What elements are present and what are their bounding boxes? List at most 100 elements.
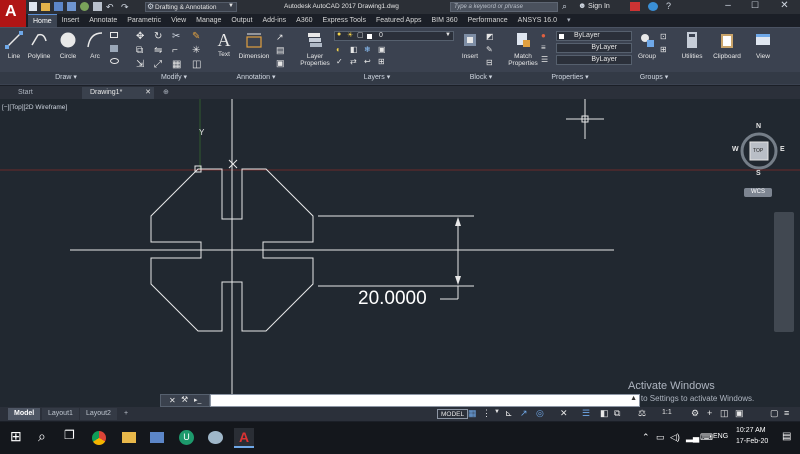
linetype-dropdown[interactable]: ByLayer	[556, 43, 632, 53]
line-button[interactable]: Line	[3, 31, 25, 60]
command-prompt-icon[interactable]: ▸_	[194, 396, 201, 404]
erase-icon[interactable]: ✎	[192, 31, 200, 42]
tab-output[interactable]: Output	[226, 14, 257, 27]
panel-groups[interactable]: Groups ▾	[634, 72, 674, 84]
control-panel-icon[interactable]	[150, 432, 164, 443]
app-u-icon[interactable]: U	[179, 430, 194, 445]
ribbon-toggle[interactable]: ▾	[562, 14, 576, 27]
menu-icon[interactable]: ≡	[784, 408, 789, 418]
exchange-icon[interactable]	[630, 2, 640, 11]
search-icon[interactable]: ⌕	[562, 1, 567, 12]
web-save-icon[interactable]	[80, 2, 89, 11]
people-icon[interactable]: ⌃	[642, 432, 650, 443]
a360-icon[interactable]	[648, 2, 658, 11]
ellipse-icon[interactable]	[110, 58, 119, 64]
match-properties-button[interactable]: Match Properties	[506, 31, 540, 67]
ortho-icon[interactable]: ⊾	[505, 408, 513, 419]
hardware-acceleration-icon[interactable]: ▣	[735, 408, 744, 419]
create-block-icon[interactable]: ◩	[486, 32, 494, 41]
panel-annotation[interactable]: Annotation ▾	[214, 72, 298, 84]
close-button[interactable]: ✕	[769, 0, 800, 14]
table-icon[interactable]: ▤	[276, 45, 285, 56]
transparency-icon[interactable]: ◧	[600, 408, 609, 419]
group-button[interactable]: Group	[636, 31, 658, 60]
redo-icon[interactable]: ↷	[121, 2, 129, 13]
offset-icon[interactable]: ◫	[192, 59, 201, 70]
snap-icon[interactable]: ⋮	[482, 408, 491, 419]
tab-bim-360[interactable]: BIM 360	[427, 14, 463, 27]
tab-home[interactable]: Home	[28, 14, 57, 27]
task-view-icon[interactable]: ❐	[64, 428, 84, 448]
plot-icon[interactable]	[93, 2, 102, 11]
new-tab-button[interactable]: ⊕	[160, 87, 176, 99]
tab-insert[interactable]: Insert	[57, 14, 85, 27]
viewcube-top-label[interactable]: TOP	[753, 148, 763, 154]
tab-add-ins[interactable]: Add-ins	[257, 14, 291, 27]
markup-icon[interactable]: ▣	[276, 58, 285, 69]
layer-isolate-icon[interactable]: ◧	[350, 45, 358, 54]
arc-button[interactable]: Arc	[84, 31, 106, 60]
tab-a360[interactable]: A360	[291, 14, 317, 27]
clean-screen-icon[interactable]: ▢	[770, 408, 779, 419]
selection-cycle-icon[interactable]: ⧉	[614, 408, 620, 419]
layer-off-icon[interactable]: ◐	[336, 45, 341, 54]
dimension-text[interactable]: 20.0000	[358, 288, 427, 310]
trim-icon[interactable]: ✂	[172, 31, 180, 42]
circle-button[interactable]: Circle	[56, 31, 80, 60]
tab-view[interactable]: View	[166, 14, 191, 27]
color-dropdown[interactable]: ByLayer	[556, 31, 632, 41]
layout-tab-model[interactable]: Model	[8, 408, 41, 420]
save-as-icon[interactable]	[67, 2, 76, 11]
tab-express-tools[interactable]: Express Tools	[318, 14, 371, 27]
scale-icon[interactable]: ⤢	[154, 59, 162, 70]
isolate-icon[interactable]: ◫	[720, 408, 729, 419]
undo-icon[interactable]: ↶	[106, 2, 114, 13]
close-icon[interactable]: ✕	[145, 87, 151, 99]
annotation-scale[interactable]: 1:1	[662, 409, 672, 416]
clock-time[interactable]: 10:27 AM	[736, 427, 766, 434]
panel-layers[interactable]: Layers ▾	[298, 72, 456, 84]
command-line-input[interactable]: ▲	[210, 394, 640, 407]
layer-properties-button[interactable]: Layer Properties	[298, 31, 332, 67]
panel-modify[interactable]: Modify ▾	[134, 72, 214, 84]
osnap-icon[interactable]: ✕	[560, 408, 568, 419]
tab-featured-apps[interactable]: Featured Apps	[371, 14, 427, 27]
panel-draw[interactable]: Draw ▾	[0, 72, 132, 84]
panel-properties[interactable]: Properties ▾	[506, 72, 634, 84]
grid-icon[interactable]: ▦	[468, 408, 477, 419]
panel-block[interactable]: Block ▾	[456, 72, 506, 84]
layer-previous-icon[interactable]: ↩	[364, 57, 371, 66]
group-edit-icon[interactable]: ⊞	[660, 45, 667, 54]
add-layout-button[interactable]: +	[118, 408, 134, 420]
open-icon[interactable]	[41, 3, 50, 11]
add-icon[interactable]: +	[707, 408, 712, 418]
save-icon[interactable]	[54, 2, 63, 11]
ungroup-icon[interactable]: ⊡	[660, 32, 667, 41]
tab-ansys[interactable]: ANSYS 16.0	[513, 14, 562, 27]
layer-dropdown[interactable]: ● ☀ ▢ 0 ▼	[334, 31, 454, 41]
polar-icon[interactable]: ↗	[520, 408, 528, 419]
file-explorer-icon[interactable]	[122, 432, 136, 443]
paint-icon[interactable]	[208, 431, 223, 444]
maximize-button[interactable]: ☐	[742, 0, 768, 14]
clock-date[interactable]: 17-Feb-20	[736, 438, 768, 445]
lineweight-icon[interactable]: ☰	[541, 55, 548, 64]
file-tab-start[interactable]: Start	[10, 87, 80, 99]
edit-block-icon[interactable]: ✎	[486, 45, 493, 54]
power-icon[interactable]: ▭	[656, 432, 665, 443]
tab-annotate[interactable]: Annotate	[84, 14, 122, 27]
workspace-selector[interactable]: ⚙ Drafting & Annotation ▼	[145, 2, 237, 12]
make-current-icon[interactable]: ✓	[336, 57, 343, 66]
view-button[interactable]: View	[750, 31, 776, 60]
linetype-icon[interactable]: ≡	[541, 43, 546, 52]
layer-freeze-icon[interactable]: ❄	[364, 45, 371, 54]
keyboard-icon[interactable]: ⌨	[700, 432, 713, 443]
leader-icon[interactable]: ↗	[276, 32, 284, 43]
network-icon[interactable]: ▂▄	[686, 432, 699, 443]
app-menu-button[interactable]: A	[0, 0, 26, 27]
move-icon[interactable]: ✥	[136, 31, 144, 42]
help-icon[interactable]: ?	[666, 1, 671, 11]
language-indicator[interactable]: ENG	[713, 433, 728, 440]
attribute-icon[interactable]: ⊟	[486, 58, 493, 67]
lineweight-toggle-icon[interactable]: ☰	[582, 408, 590, 419]
